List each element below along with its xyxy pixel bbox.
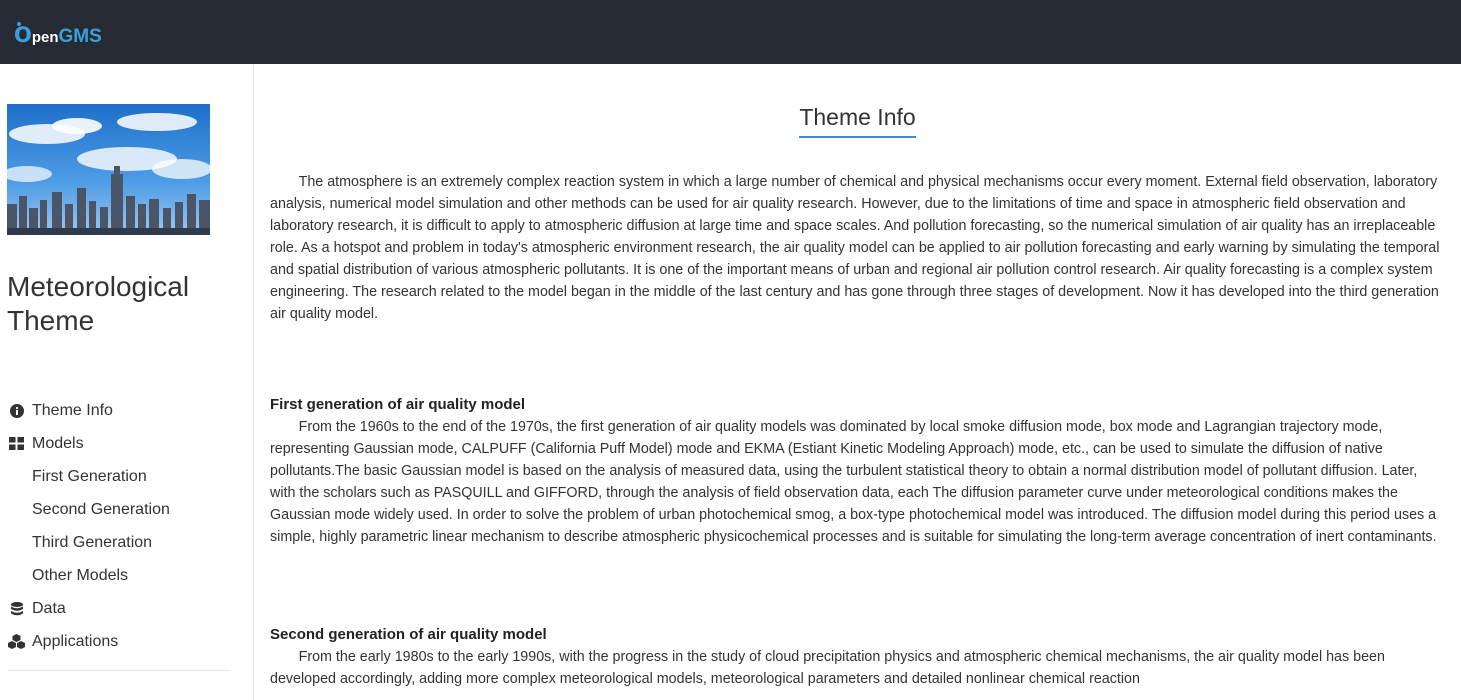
- sidebar-item-label: Third Generation: [32, 533, 153, 551]
- sidebar-item-models[interactable]: Models: [0, 427, 254, 460]
- theme-title: Meteorological Theme: [7, 271, 190, 336]
- sidebar-item-label: First Generation: [32, 467, 147, 485]
- section-paragraph-second-generation: From the early 1980s to the early 1990s,…: [270, 649, 1385, 687]
- logo-letter-o: O: [14, 22, 32, 47]
- sidebar-item-label: Data: [32, 599, 66, 617]
- opengms-logo[interactable]: O penGMS: [14, 18, 102, 46]
- database-icon: [8, 601, 25, 617]
- grid-icon: [8, 436, 25, 452]
- logo-text-pen: pen: [31, 29, 59, 46]
- sidebar-item-label: Second Generation: [32, 500, 170, 518]
- info-circle-icon: [8, 403, 25, 419]
- top-navbar: O penGMS: [0, 0, 1461, 64]
- sidebar-item-third-generation[interactable]: Third Generation: [0, 526, 254, 559]
- city-skyline-photo: [7, 104, 210, 235]
- cubes-icon: [8, 634, 25, 650]
- sidebar-item-data[interactable]: Data: [0, 592, 254, 625]
- sidebar-item-first-generation[interactable]: First Generation: [0, 460, 254, 493]
- section-heading-first-generation: First generation of air quality model: [270, 396, 526, 413]
- sidebar-item-label: Models: [32, 434, 84, 452]
- sidebar: Meteorological Theme Theme Info Models F…: [0, 64, 254, 700]
- sidebar-item-label: Theme Info: [32, 401, 113, 419]
- sidebar-item-other-models[interactable]: Other Models: [0, 559, 254, 592]
- sidebar-divider: [8, 670, 230, 671]
- main-content: Theme Info The atmosphere is an extremel…: [254, 64, 1461, 700]
- page-title: Theme Info: [799, 104, 916, 138]
- sidebar-item-label: Applications: [32, 632, 119, 650]
- sidebar-item-theme-info[interactable]: Theme Info: [0, 394, 254, 427]
- section-heading-second-generation: Second generation of air quality model: [270, 626, 547, 643]
- sidebar-item-label: Other Models: [32, 566, 129, 584]
- sidebar-item-applications[interactable]: Applications: [0, 625, 254, 658]
- logo-text-gms: GMS: [58, 26, 102, 47]
- sidebar-nav: Theme Info Models First Generation Secon…: [0, 394, 254, 658]
- intro-paragraph: The atmosphere is an extremely complex r…: [270, 174, 1440, 322]
- sidebar-item-second-generation[interactable]: Second Generation: [0, 493, 254, 526]
- section-paragraph-first-generation: From the 1960s to the end of the 1970s, …: [270, 419, 1437, 545]
